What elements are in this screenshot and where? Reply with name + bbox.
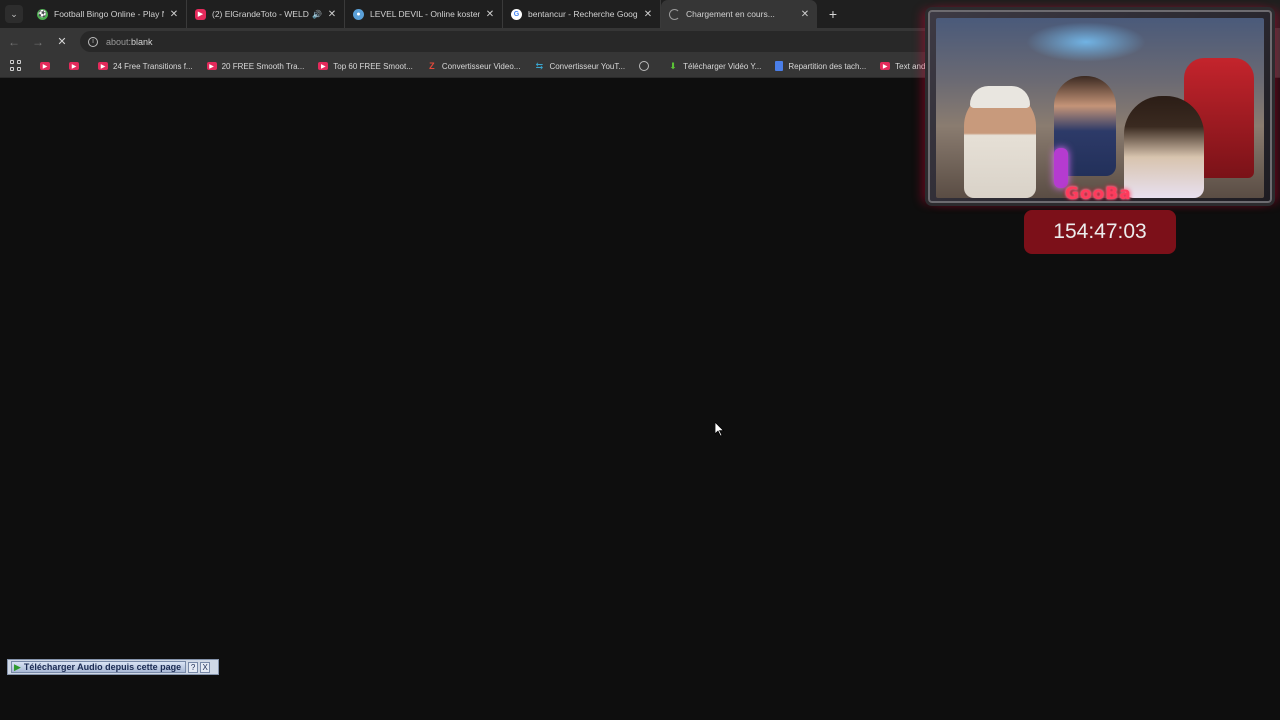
stream-timer: 154:47:03: [1024, 210, 1176, 254]
ceiling-light-image: [1026, 22, 1146, 62]
back-button[interactable]: ←: [4, 35, 24, 49]
bookmark-24-free-transitions[interactable]: ▶ 24 Free Transitions f...: [98, 62, 193, 71]
webcam-overlay: GooBa: [928, 10, 1272, 203]
new-tab-button[interactable]: +: [825, 6, 841, 22]
close-tab-icon[interactable]: ✕: [799, 9, 811, 20]
youtube-icon: ▶: [40, 62, 50, 70]
tab-search-button[interactable]: ⌄: [5, 5, 23, 23]
tab-title: (2) ElGrandeToto - WELD LA: [212, 9, 309, 19]
audio-download-bar: ▶ Télécharger Audio depuis cette page ? …: [7, 659, 219, 675]
bookmark-label: Convertisseur YouT...: [549, 61, 626, 71]
cap-image: [970, 86, 1030, 108]
google-docs-icon: [775, 61, 784, 71]
globe-icon: [639, 61, 650, 71]
tab-level-devil[interactable]: ● LEVEL DEVIL - Online kostenlos ✕: [345, 0, 503, 28]
speaker-icon[interactable]: 🔊: [312, 10, 322, 19]
youtube-icon: ▶: [98, 62, 108, 70]
browser-window: ⌄ ⚽ Football Bingo Online - Play Now ✕ ▶…: [0, 0, 1280, 720]
address-text[interactable]: about:blank: [106, 37, 153, 47]
stop-loading-button[interactable]: ✕: [52, 35, 72, 48]
bookmark-globe[interactable]: [639, 61, 654, 71]
bookmark-youtube-2[interactable]: ▶: [69, 62, 84, 70]
download-audio-button[interactable]: ▶ Télécharger Audio depuis cette page: [11, 661, 187, 673]
tab-title: Football Bingo Online - Play Now: [54, 9, 164, 19]
address-bar[interactable]: i about:blank: [80, 31, 940, 52]
site-info-icon[interactable]: i: [88, 36, 98, 47]
tab-google-search[interactable]: G bentancur - Recherche Google ✕: [503, 0, 661, 28]
apps-grid-icon[interactable]: [10, 60, 22, 72]
level-devil-favicon-icon: ●: [353, 8, 364, 20]
close-tab-icon[interactable]: ✕: [168, 9, 180, 20]
close-tab-icon[interactable]: ✕: [326, 9, 338, 20]
close-tab-icon[interactable]: ✕: [642, 9, 654, 20]
youtube-icon: ▶: [206, 62, 217, 70]
football-favicon-icon: ⚽: [37, 8, 48, 20]
address-scheme: about:: [106, 36, 132, 47]
google-favicon-icon: G: [511, 8, 522, 20]
bookmark-telecharger-video[interactable]: ⬇ Télécharger Vidéo Y...: [668, 60, 762, 71]
youtube-icon: ▶: [318, 62, 329, 70]
bookmark-convertisseur-video[interactable]: Z Convertisseur Video...: [427, 61, 521, 71]
youtube-favicon-icon: ▶: [195, 8, 206, 20]
tab-loading[interactable]: Chargement en cours... ✕: [661, 0, 817, 28]
download-icon: ⬇: [669, 60, 677, 71]
bookmark-repartition-taches[interactable]: Repartition des tach...: [775, 61, 866, 71]
bookmark-top-60-free[interactable]: ▶ Top 60 FREE Smoot...: [318, 62, 413, 71]
bookmark-label: Convertisseur Video...: [441, 61, 521, 71]
mouse-cursor-icon: [715, 422, 725, 437]
forward-button[interactable]: →: [28, 35, 48, 49]
help-icon[interactable]: ?: [188, 661, 199, 673]
z-logo-icon: Z: [429, 61, 435, 71]
bookmark-label: 20 FREE Smooth Tra...: [221, 61, 305, 71]
tab-title: Chargement en cours...: [686, 9, 775, 19]
bookmark-20-free-smooth[interactable]: ▶ 20 FREE Smooth Tra...: [206, 61, 305, 71]
loading-spinner-icon: [669, 8, 680, 20]
tab-football-bingo[interactable]: ⚽ Football Bingo Online - Play Now ✕: [29, 0, 187, 28]
tab-title: bentancur - Recherche Google: [528, 9, 638, 19]
play-icon: ▶: [14, 661, 21, 672]
webcam-video: [936, 18, 1264, 198]
converter-icon: ⇆: [535, 60, 544, 71]
bookmark-label: Repartition des tach...: [788, 61, 867, 71]
close-tab-icon[interactable]: ✕: [484, 9, 496, 20]
youtube-icon: ▶: [880, 62, 891, 70]
microphone-image: [1054, 148, 1068, 188]
download-audio-label: Télécharger Audio depuis cette page: [23, 662, 182, 672]
bookmark-convertisseur-youtube[interactable]: ⇆ Convertisseur YouT...: [534, 60, 626, 71]
address-path: blank: [131, 36, 153, 47]
youtube-icon: ▶: [69, 62, 79, 70]
bookmark-label: 24 Free Transitions f...: [113, 61, 193, 71]
stream-logo: GooBa: [1065, 184, 1132, 203]
close-icon[interactable]: X: [200, 661, 211, 673]
tab-elgrandetoto[interactable]: ▶ (2) ElGrandeToto - WELD LA 🔊 ✕: [187, 0, 345, 28]
bookmark-label: Télécharger Vidéo Y...: [683, 61, 762, 71]
person-right-image: [1124, 96, 1204, 198]
bookmark-youtube-1[interactable]: ▶: [40, 62, 55, 70]
bookmark-label: Top 60 FREE Smoot...: [333, 61, 413, 71]
tab-title: LEVEL DEVIL - Online kostenlos: [370, 9, 480, 19]
